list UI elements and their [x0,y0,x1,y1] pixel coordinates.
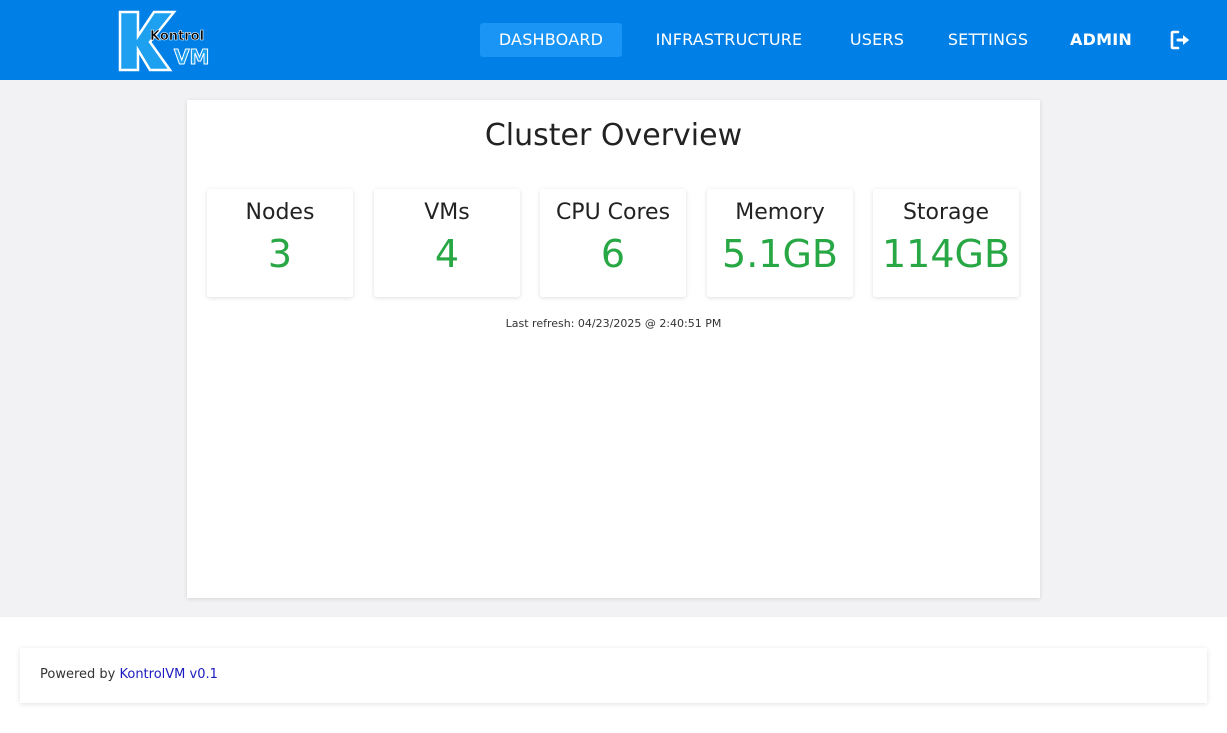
footer-kontrolvm-link[interactable]: KontrolVM v0.1 [119,667,217,682]
stat-card-storage: Storage 114GB [873,189,1019,297]
last-refresh-timestamp: Last refresh: 04/23/2025 @ 2:40:51 PM [505,317,722,330]
stat-card-cpu-cores: CPU Cores 6 [540,189,686,297]
stat-card-memory: Memory 5.1GB [707,189,853,297]
stat-card-vms: VMs 4 [374,189,520,297]
stat-label: Nodes [245,200,315,225]
stat-label: Storage [902,200,990,225]
nav-users[interactable]: USERS [840,23,914,57]
stat-value: 5.1GB [722,232,838,276]
stat-label: VMs [424,200,470,225]
sign-out-icon[interactable] [1168,28,1194,52]
logo-text-top: Kontrol [150,29,204,44]
footer-prefix: Powered by [40,667,120,682]
stat-value: 6 [600,232,626,276]
nav-settings[interactable]: SETTINGS [940,23,1036,57]
nav-infrastructure[interactable]: INFRASTRUCTURE [642,23,816,57]
kontrolvm-logo[interactable]: Kontrol VM [116,10,216,74]
page-title: Cluster Overview [484,118,743,153]
stat-label: Memory [735,200,825,225]
nav-dashboard[interactable]: DASHBOARD [480,23,622,57]
stat-value: 4 [434,232,460,276]
footer-text: Powered by KontrolVM v0.1 [40,667,218,682]
stat-value: 114GB [881,232,1011,276]
footer: Powered by KontrolVM v0.1 [20,648,1207,703]
stat-card-nodes: Nodes 3 [207,189,353,297]
logo-text-bottom: VM [174,45,209,69]
stat-value: 3 [267,232,293,276]
nav-admin-user[interactable]: ADMIN [1064,23,1138,57]
stat-label: CPU Cores [555,200,671,225]
top-navbar: Kontrol VM DASHBOARD INFRASTRUCTURE USER… [0,0,1227,80]
cluster-overview-panel: Cluster Overview Nodes 3 VMs 4 CPU Cores… [187,100,1040,598]
